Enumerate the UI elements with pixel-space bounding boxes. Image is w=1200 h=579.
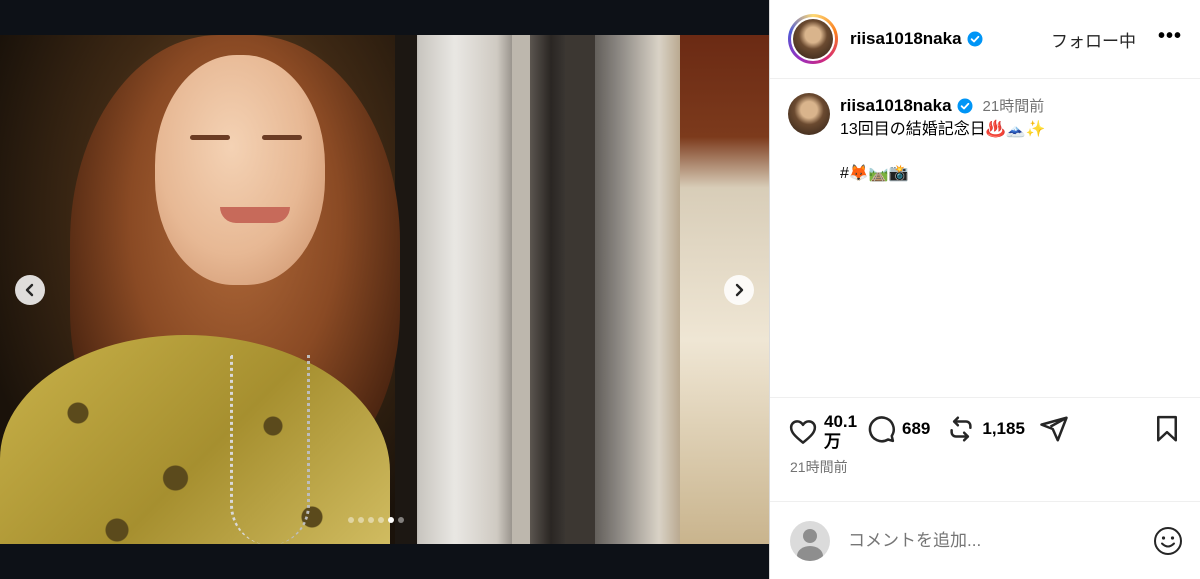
post-media [0,0,769,579]
heart-icon [789,420,817,444]
post-photo[interactable] [0,35,769,544]
carousel-prev-button[interactable] [15,275,45,305]
carousel-next-button[interactable] [724,275,754,305]
verified-badge-icon [957,98,973,113]
more-options-button[interactable]: ••• [1158,26,1182,52]
carousel-dot [368,517,374,523]
caption-avatar[interactable] [788,93,830,135]
paper-plane-icon [1040,416,1068,442]
repost-count[interactable]: 1,185 [982,419,1025,439]
carousel-dot [398,517,404,523]
carousel-dot [378,517,384,523]
author-username[interactable]: riisa1018naka [850,29,962,49]
like-button[interactable]: 40.1万 [788,412,857,452]
carousel-dot [388,517,394,523]
chevron-left-icon [25,283,34,297]
caption-username[interactable]: riisa1018naka [840,96,952,116]
caption-time[interactable]: 21時間前 [983,95,1045,116]
carousel-indicator [348,517,404,523]
caption-text: 13回目の結婚記念日♨️🗻✨ [840,121,1046,138]
action-bar: 40.1万 689 1,185 [770,397,1200,455]
carousel-dot [348,517,354,523]
share-button[interactable] [1039,414,1069,444]
carousel-dot [358,517,364,523]
repost-button[interactable]: 1,185 [946,414,1025,444]
repost-icon [950,416,972,442]
comment-button[interactable]: 689 [866,414,930,444]
comment-bubble-icon [868,416,895,443]
chevron-right-icon [735,283,744,297]
comment-composer [770,501,1200,579]
caption-hashtags[interactable]: #🦊🛤️📸 [840,163,1046,183]
post-timestamp[interactable]: 21時間前 [770,455,1200,501]
smiley-icon[interactable] [1152,525,1184,557]
comment-count[interactable]: 689 [902,419,930,439]
bookmark-icon [1157,415,1177,442]
post-panel: riisa1018naka フォロー中 ••• riisa1018naka 21… [769,0,1200,579]
following-button[interactable]: フォロー中 [1051,27,1136,52]
like-count[interactable]: 40.1万 [824,412,857,452]
save-button[interactable] [1152,414,1182,444]
post-header: riisa1018naka フォロー中 ••• [770,0,1200,79]
post-caption: riisa1018naka 21時間前 13回目の結婚記念日♨️🗻✨ #🦊🛤️📸 [770,79,1200,397]
instagram-post: riisa1018naka フォロー中 ••• riisa1018naka 21… [0,0,1200,579]
comment-input[interactable] [848,530,1152,551]
author-avatar[interactable] [788,14,838,64]
verified-badge-icon [967,31,983,47]
current-user-avatar [790,520,830,561]
